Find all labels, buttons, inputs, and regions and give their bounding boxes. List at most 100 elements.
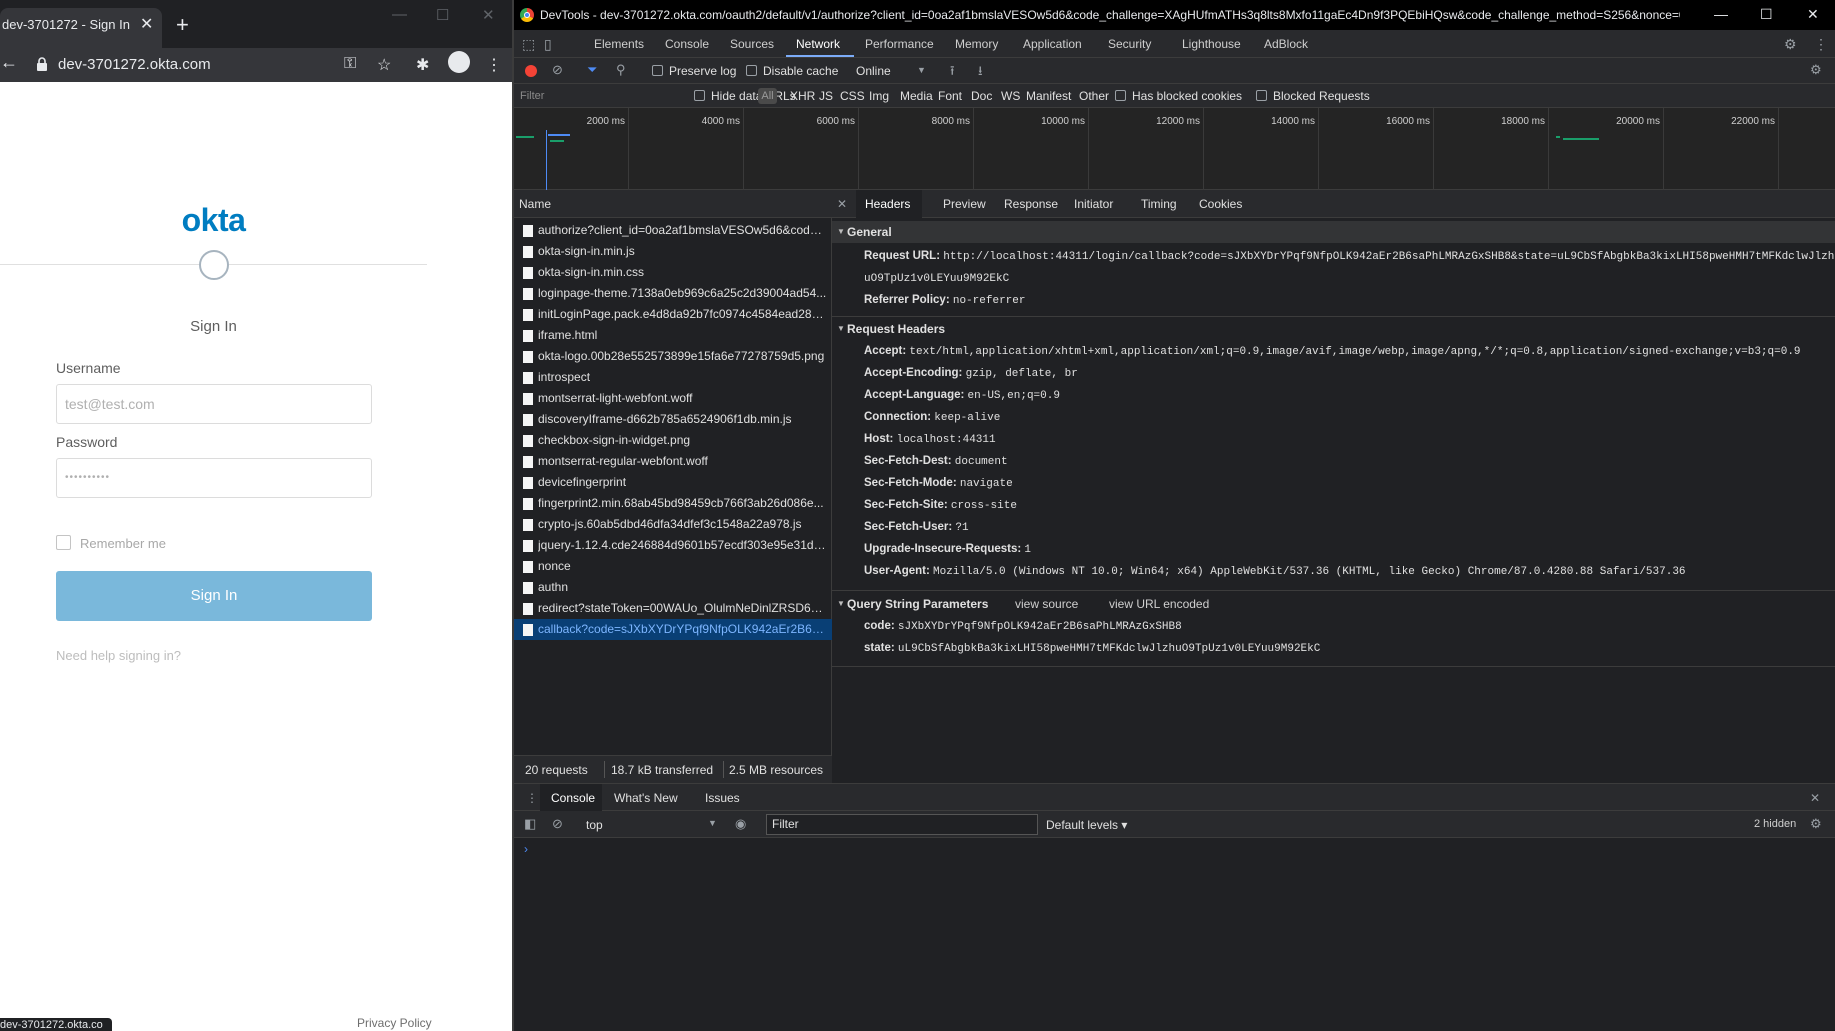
filter-type-css[interactable]: CSS: [840, 89, 865, 103]
console-filter-input[interactable]: Filter: [766, 814, 1038, 835]
sign-in-button[interactable]: Sign In: [56, 571, 372, 621]
request-row[interactable]: introspect: [514, 367, 832, 388]
request-row[interactable]: montserrat-light-webfont.woff: [514, 388, 832, 409]
drawer-tab-issues[interactable]: Issues: [705, 791, 740, 805]
device-toolbar-icon[interactable]: ▯: [544, 36, 552, 53]
drawer-menu-icon[interactable]: ⋮: [526, 791, 538, 805]
details-tab-headers[interactable]: Headers: [865, 197, 910, 211]
filter-type-doc[interactable]: Doc: [971, 89, 992, 103]
section-general-header[interactable]: ▼ General: [832, 221, 1835, 243]
tab-application[interactable]: Application: [1023, 37, 1082, 51]
live-expression-eye-icon[interactable]: ◉: [735, 816, 746, 832]
menu-icon[interactable]: ⋮: [486, 55, 502, 75]
back-button[interactable]: ←: [0, 52, 18, 73]
network-overview-timeline[interactable]: 2000 ms 4000 ms 6000 ms 8000 ms 10000 ms…: [514, 108, 1835, 190]
show-sidebar-icon[interactable]: ◧: [524, 816, 536, 832]
help-link[interactable]: Need help signing in?: [56, 648, 181, 663]
request-row[interactable]: fingerprint2.min.68ab45bd98459cb766f3ab2…: [514, 493, 832, 514]
close-details-icon[interactable]: ✕: [837, 197, 847, 211]
tab-close-icon[interactable]: ✕: [140, 14, 153, 34]
close-drawer-icon[interactable]: ✕: [1810, 791, 1820, 805]
browser-tab[interactable]: dev-3701272 - Sign In: [0, 8, 162, 48]
details-tab-initiator[interactable]: Initiator: [1074, 197, 1113, 211]
preserve-log-checkbox[interactable]: [652, 65, 663, 76]
minimize-icon[interactable]: —: [392, 6, 407, 23]
section-request-headers-header[interactable]: ▼ Request Headers: [832, 318, 1835, 340]
record-button[interactable]: [525, 65, 537, 77]
drawer-tab-whats-new[interactable]: What's New: [614, 791, 678, 805]
minimize-icon[interactable]: —: [1714, 6, 1728, 22]
request-row[interactable]: okta-sign-in.min.css: [514, 262, 832, 283]
request-row[interactable]: jquery-1.12.4.cde246884d9601b57ecdf303e9…: [514, 535, 832, 556]
tab-network[interactable]: Network: [796, 37, 840, 51]
request-row[interactable]: callback?code=sJXbXYDrYPqf9NfpOLK942aEr2…: [514, 619, 832, 640]
details-tab-timing[interactable]: Timing: [1141, 197, 1177, 211]
request-row[interactable]: iframe.html: [514, 325, 832, 346]
clear-icon[interactable]: ⊘: [552, 62, 563, 78]
filter-type-xhr[interactable]: XHR: [790, 89, 815, 103]
request-row[interactable]: nonce: [514, 556, 832, 577]
hide-data-urls-checkbox[interactable]: [694, 90, 705, 101]
key-icon[interactable]: ⚿: [344, 55, 356, 73]
more-options-icon[interactable]: ⋮: [1814, 36, 1828, 53]
tab-performance[interactable]: Performance: [865, 37, 934, 51]
request-row[interactable]: authorize?client_id=0oa2af1bmslaVESOw5d6…: [514, 220, 832, 241]
tab-security[interactable]: Security: [1108, 37, 1151, 51]
privacy-policy-link[interactable]: Privacy Policy: [357, 1016, 432, 1030]
console-prompt[interactable]: ›: [524, 842, 528, 856]
disable-cache-checkbox[interactable]: [746, 65, 757, 76]
details-tab-response[interactable]: Response: [1004, 197, 1058, 211]
network-settings-gear-icon[interactable]: ⚙: [1810, 62, 1822, 78]
maximize-icon[interactable]: ☐: [1760, 6, 1773, 23]
clear-console-icon[interactable]: ⊘: [552, 816, 563, 832]
request-row[interactable]: authn: [514, 577, 832, 598]
new-tab-button[interactable]: +: [176, 12, 189, 38]
tab-sources[interactable]: Sources: [730, 37, 774, 51]
filter-type-font[interactable]: Font: [938, 89, 962, 103]
tab-elements[interactable]: Elements: [594, 37, 644, 51]
extensions-icon[interactable]: ✱: [416, 55, 429, 75]
filter-type-all[interactable]: All: [758, 88, 777, 104]
window-close-icon[interactable]: ✕: [482, 6, 495, 24]
import-har-icon[interactable]: ⭱: [950, 62, 955, 84]
request-row[interactable]: okta-logo.00b28e552573899e15fa6e77278759…: [514, 346, 832, 367]
request-row[interactable]: loginpage-theme.7138a0eb969c6a25c2d39004…: [514, 283, 832, 304]
settings-gear-icon[interactable]: ⚙: [1784, 36, 1797, 53]
section-query-string-header[interactable]: ▼ Query String Parameters view source vi…: [832, 593, 1835, 615]
request-row[interactable]: devicefingerprint: [514, 472, 832, 493]
filter-type-js[interactable]: JS: [819, 89, 833, 103]
request-row[interactable]: crypto-js.60ab5dbd46dfa34dfef3c1548a22a9…: [514, 514, 832, 535]
remember-me-checkbox[interactable]: [56, 535, 71, 550]
request-row[interactable]: checkbox-sign-in-widget.png: [514, 430, 832, 451]
view-source-link[interactable]: view source: [1015, 593, 1078, 615]
request-row[interactable]: redirect?stateToken=00WAUo_OlulmNeDinlZR…: [514, 598, 832, 619]
request-row[interactable]: initLoginPage.pack.e4d8da92b7fc0974c4584…: [514, 304, 832, 325]
details-tab-cookies[interactable]: Cookies: [1199, 197, 1242, 211]
tab-memory[interactable]: Memory: [955, 37, 998, 51]
filter-type-ws[interactable]: WS: [1001, 89, 1020, 103]
inspect-element-icon[interactable]: ⬚: [522, 36, 535, 53]
details-tab-preview[interactable]: Preview: [943, 197, 986, 211]
request-row[interactable]: discoveryIframe-d662b785a6524906f1db.min…: [514, 409, 832, 430]
context-select[interactable]: top: [586, 818, 603, 832]
maximize-icon[interactable]: ☐: [436, 6, 449, 24]
filter-type-media[interactable]: Media: [900, 89, 933, 103]
username-input[interactable]: test@test.com: [56, 384, 372, 424]
address-bar[interactable]: dev-3701272.okta.com: [58, 56, 211, 73]
tab-lighthouse[interactable]: Lighthouse: [1182, 37, 1241, 51]
request-row[interactable]: montserrat-regular-webfont.woff: [514, 451, 832, 472]
console-settings-gear-icon[interactable]: ⚙: [1810, 816, 1822, 832]
star-icon[interactable]: ☆: [377, 55, 391, 75]
drawer-tab-console[interactable]: Console: [551, 791, 595, 805]
network-filter-input[interactable]: Filter: [518, 87, 678, 105]
filter-type-manifest[interactable]: Manifest: [1026, 89, 1071, 103]
has-blocked-cookies-checkbox[interactable]: [1115, 90, 1126, 101]
search-icon[interactable]: ⚲: [616, 62, 626, 78]
filter-type-other[interactable]: Other: [1079, 89, 1109, 103]
window-close-icon[interactable]: ✕: [1807, 6, 1819, 23]
view-url-encoded-link[interactable]: view URL encoded: [1109, 593, 1209, 615]
request-row[interactable]: okta-sign-in.min.js: [514, 241, 832, 262]
tab-adblock[interactable]: AdBlock: [1264, 37, 1308, 51]
profile-avatar[interactable]: [448, 51, 470, 73]
export-har-icon[interactable]: ⭳: [978, 62, 983, 84]
